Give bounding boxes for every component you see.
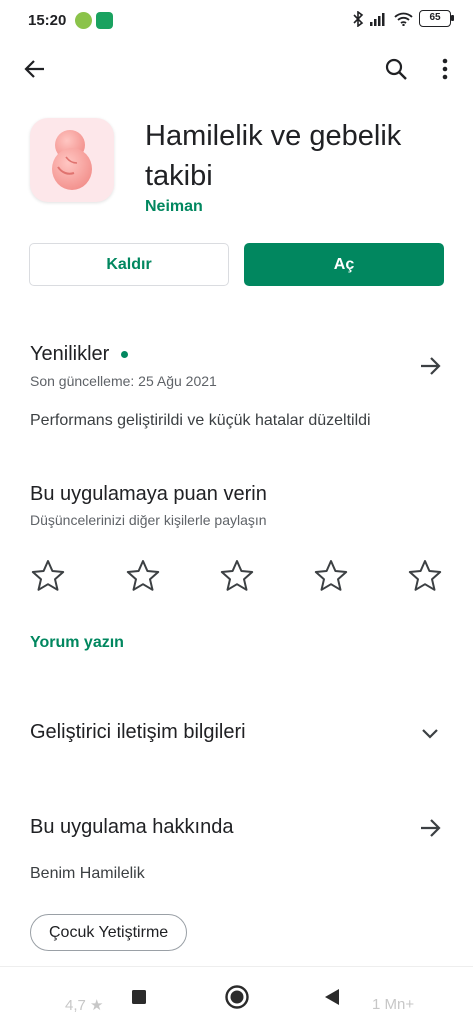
status-bar: 15:20 65 [0,0,473,44]
fetus-icon [52,130,92,190]
about-description: Benim Hamilelik [30,865,145,882]
arrow-left-icon [24,60,44,78]
whats-new-body: Performans geliştirildi ve küçük hatalar… [30,412,371,429]
arrow-right-icon [421,357,441,375]
new-indicator-dot [121,351,129,358]
more-vert-icon [442,58,448,80]
more-options-button[interactable] [430,52,460,86]
developer-link[interactable]: Neiman [145,198,203,216]
rating-peek-text: 4,7 ★ [65,997,104,1014]
star-rating [30,558,445,594]
notification-app-icon [96,12,113,29]
circle-icon [225,985,249,1009]
star-2-button[interactable] [125,558,161,594]
arrow-right-icon [421,819,441,837]
last-updated-date: Son güncelleme: 25 Ağu 2021 [30,373,217,389]
notification-app-icon [75,12,92,29]
star-4-button[interactable] [313,558,349,594]
about-app-header[interactable]: Bu uygulama hakkında [30,816,233,839]
back-button[interactable] [18,52,52,86]
star-outline-icon [126,560,160,591]
top-app-bar [0,44,473,94]
expand-developer-contact-button[interactable] [416,720,444,748]
triangle-back-icon [325,989,339,1005]
wifi-icon [394,12,413,26]
search-button[interactable] [379,52,413,86]
whats-new-arrow-button[interactable] [416,352,444,380]
category-chip[interactable]: Çocuk Yetiştirme [30,914,188,951]
signal-icon [370,12,385,26]
write-review-link[interactable]: Yorum yazın [30,634,124,652]
star-outline-icon [31,560,65,591]
open-button[interactable]: Aç [244,243,444,286]
star-outline-icon [220,560,254,591]
rate-title: Bu uygulamaya puan verin [30,483,267,505]
recent-apps-button[interactable] [129,987,149,1007]
chevron-down-icon [422,729,438,739]
app-icon [30,118,114,202]
whats-new-title: Yenilikler [30,343,110,365]
star-3-button[interactable] [219,558,255,594]
app-header: Hamilelik ve gebelik takibi Neiman [0,110,473,230]
bottom-navigation-area: 4,7 ★ 1 Mn+ [0,966,473,1024]
action-buttons: Kaldır Aç [29,243,444,286]
star-outline-icon [408,560,442,591]
status-icons: 65 [352,10,454,27]
square-icon [132,990,146,1004]
battery-icon: 65 [419,10,454,27]
about-arrow-button[interactable] [416,814,444,842]
star-1-button[interactable] [30,558,66,594]
app-title: Hamilelik ve gebelik takibi [145,120,402,192]
home-button[interactable] [224,984,250,1010]
rate-subtitle: Düşüncelerinizi diğer kişilerle paylaşın [30,512,267,528]
developer-contact-header[interactable]: Geliştirici iletişim bilgileri [30,721,246,744]
star-outline-icon [314,560,348,591]
uninstall-button[interactable]: Kaldır [29,243,229,286]
bluetooth-icon [353,10,364,27]
system-back-button[interactable] [322,987,342,1007]
whats-new-header[interactable]: Yenilikler [30,343,129,366]
downloads-peek-text: 1 Mn+ [372,996,415,1013]
status-time: 15:20 [28,12,67,29]
search-icon [385,58,407,80]
star-5-button[interactable] [407,558,443,594]
